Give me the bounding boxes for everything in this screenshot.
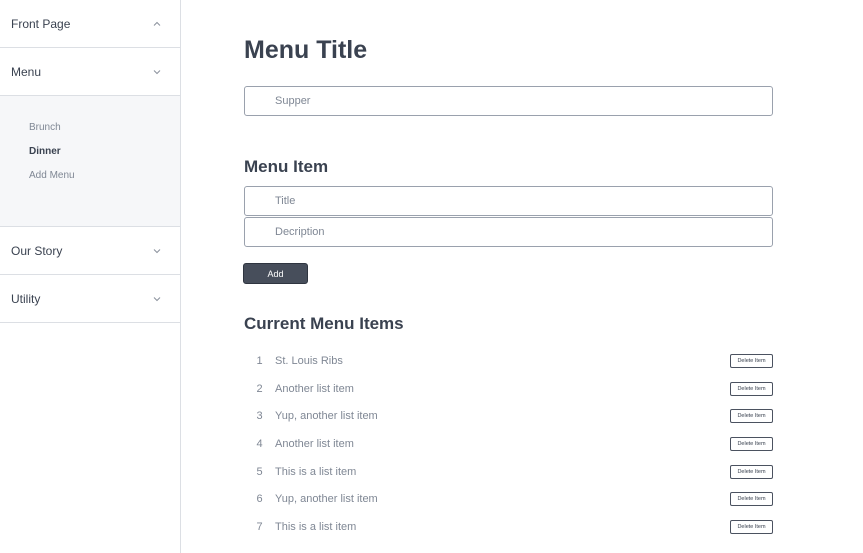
sidebar-section-label: Our Story	[11, 243, 63, 258]
list-item: 2 Another list item Delete Item	[244, 375, 774, 403]
sidebar-section-label: Utility	[11, 291, 41, 306]
menu-item-heading: Menu Item	[244, 157, 329, 176]
add-button[interactable]: Add	[243, 263, 308, 284]
item-text: This is a list item	[275, 465, 357, 478]
delete-item-button[interactable]: Delete Item	[730, 464, 773, 479]
item-description-input[interactable]	[244, 217, 773, 247]
item-title-input[interactable]	[244, 186, 773, 216]
item-text: Yup, another list item	[275, 493, 378, 506]
current-items-heading: Current Menu Items	[244, 314, 404, 333]
sidebar-item-add-menu[interactable]: Add Menu	[0, 164, 180, 188]
menu-title-input[interactable]	[244, 86, 773, 116]
item-number: 5	[256, 465, 263, 478]
sidebar-section-our-story[interactable]: Our Story	[0, 227, 180, 275]
sidebar-section-menu[interactable]: Menu	[0, 48, 180, 96]
chevron-down-icon	[153, 296, 161, 301]
delete-item-button[interactable]: Delete Item	[730, 409, 773, 424]
chevron-down-icon	[153, 248, 161, 253]
menu-submenu: Brunch Dinner Add Menu	[0, 96, 180, 227]
list-item: 7 This is a list item Delete Item	[244, 513, 774, 541]
list-item: 1 St. Louis Ribs Delete Item	[244, 347, 774, 375]
menu-items-list: 1 St. Louis Ribs Delete Item 2 Another l…	[244, 347, 774, 541]
sidebar-section-utility[interactable]: Utility	[0, 275, 180, 323]
item-number: 4	[256, 437, 263, 450]
delete-item-button[interactable]: Delete Item	[730, 519, 773, 534]
delete-item-button[interactable]: Delete Item	[730, 353, 773, 368]
sidebar-item-brunch[interactable]: Brunch	[0, 116, 180, 140]
item-text: St. Louis Ribs	[275, 354, 343, 367]
list-item: 4 Another list item Delete Item	[244, 430, 774, 458]
item-number: 7	[256, 520, 263, 533]
item-number: 3	[256, 410, 263, 423]
list-item: 6 Yup, another list item Delete Item	[244, 485, 774, 513]
sidebar: Front Page Menu Brunch Dinner Add Menu O…	[0, 0, 181, 553]
sidebar-section-label: Front Page	[11, 16, 71, 31]
chevron-up-icon	[153, 21, 161, 26]
item-text: Another list item	[275, 382, 354, 395]
main-content: Menu Title Menu Item Add Current Menu It…	[181, 0, 863, 553]
item-text: Another list item	[275, 437, 354, 450]
item-text: Yup, another list item	[275, 410, 378, 423]
delete-item-button[interactable]: Delete Item	[730, 381, 773, 396]
item-number: 6	[256, 493, 263, 506]
sidebar-item-dinner[interactable]: Dinner	[0, 140, 180, 164]
item-number: 1	[256, 354, 263, 367]
item-text: This is a list item	[275, 520, 357, 533]
sidebar-section-label: Menu	[11, 64, 42, 79]
delete-item-button[interactable]: Delete Item	[730, 436, 773, 451]
delete-item-button[interactable]: Delete Item	[730, 492, 773, 507]
page-title: Menu Title	[244, 36, 368, 64]
item-number: 2	[256, 382, 263, 395]
list-item: 5 This is a list item Delete Item	[244, 458, 774, 486]
list-item: 3 Yup, another list item Delete Item	[244, 402, 774, 430]
sidebar-section-front-page[interactable]: Front Page	[0, 0, 180, 48]
chevron-down-icon	[153, 69, 161, 74]
